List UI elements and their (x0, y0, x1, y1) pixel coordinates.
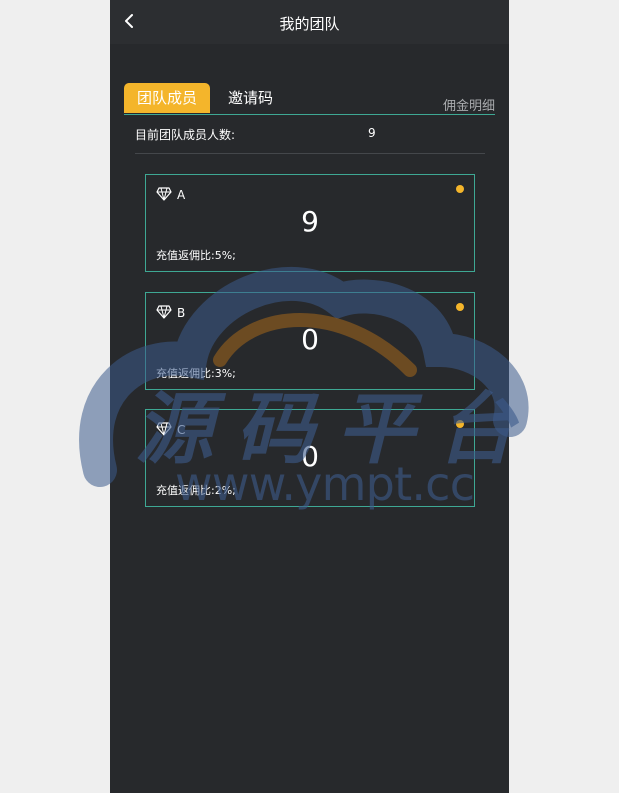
level-member-count: 0 (301, 440, 319, 473)
diamond-icon (156, 422, 172, 436)
level-card-c[interactable]: C 0 充值返佣比:2%; (145, 409, 475, 507)
level-name: C (177, 423, 186, 437)
team-member-count-value: 9 (368, 126, 376, 140)
level-member-count: 0 (301, 323, 319, 356)
rebate-ratio: 充值返佣比:5%; (156, 249, 236, 262)
diamond-icon (156, 187, 172, 201)
level-card-b[interactable]: B 0 充值返佣比:3%; (145, 292, 475, 390)
page-title: 我的团队 (279, 15, 340, 33)
level-name: A (177, 188, 186, 202)
team-member-count-row: 目前团队成员人数: 9 (135, 123, 485, 154)
rebate-ratio: 充值返佣比:2%; (156, 484, 236, 497)
tab-team-members[interactable]: 团队成员 (124, 83, 210, 113)
team-member-count-label: 目前团队成员人数: (135, 128, 236, 142)
rebate-ratio: 充值返佣比:3%; (156, 367, 236, 380)
status-dot (456, 185, 464, 193)
status-dot (456, 303, 464, 311)
app-header: 我的团队 (110, 0, 509, 44)
tab-invite-code[interactable]: 邀请码 (228, 83, 273, 113)
level-member-count: 9 (301, 205, 319, 238)
level-card-a[interactable]: A 9 充值返佣比:5%; (145, 174, 475, 272)
phone-screen: 我的团队 团队成员 邀请码 佣金明细 目前团队成员人数: 9 A 9 充值返佣比… (110, 0, 509, 793)
status-dot (456, 420, 464, 428)
tab-bar: 团队成员 邀请码 佣金明细 (124, 83, 495, 115)
diamond-icon (156, 305, 172, 319)
level-name: B (177, 306, 186, 320)
commission-details-link[interactable]: 佣金明细 (443, 95, 495, 114)
